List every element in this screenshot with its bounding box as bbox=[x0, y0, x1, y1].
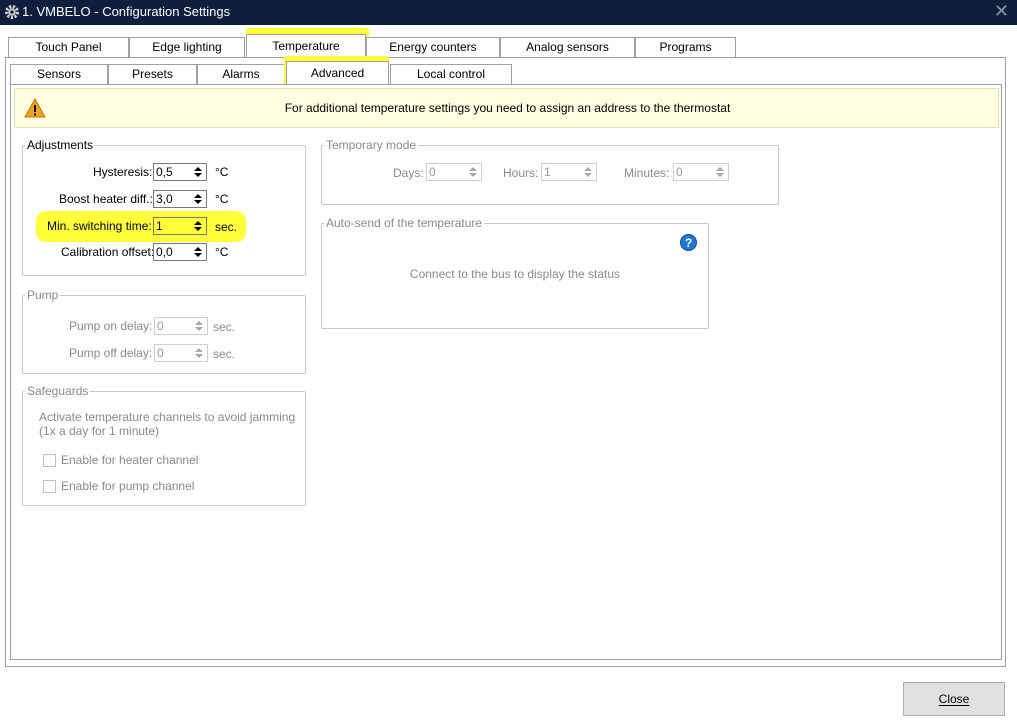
spin-arrows-icon[interactable] bbox=[193, 345, 205, 361]
pump-off-delay-unit: sec. bbox=[213, 347, 236, 361]
min-switching-label: Min. switching time: bbox=[47, 219, 152, 233]
tab-sensors[interactable]: Sensors bbox=[10, 64, 108, 84]
spin-arrows-icon[interactable] bbox=[582, 164, 594, 180]
title-bar: 1. VMBELO - Configuration Settings ✕ bbox=[0, 0, 1017, 25]
tab-touch-panel[interactable]: Touch Panel bbox=[8, 37, 129, 57]
tab-local-control[interactable]: Local control bbox=[390, 64, 512, 84]
hysteresis-unit: °C bbox=[215, 165, 229, 179]
days-stepper[interactable]: 0 bbox=[426, 163, 482, 181]
temporary-mode-title: Temporary mode bbox=[324, 138, 419, 152]
spin-arrows-icon[interactable] bbox=[193, 318, 205, 334]
spin-arrows-icon[interactable] bbox=[192, 218, 204, 234]
tab-edge-lighting[interactable]: Edge lighting bbox=[129, 37, 245, 57]
hysteresis-stepper[interactable]: 0,5 bbox=[153, 163, 207, 181]
close-window-icon[interactable]: ✕ bbox=[994, 1, 1009, 22]
tab-presets[interactable]: Presets bbox=[108, 64, 197, 84]
safeguards-title: Safeguards bbox=[25, 384, 91, 398]
warning-bar: For additional temperature settings you … bbox=[14, 88, 999, 128]
gear-icon bbox=[5, 5, 19, 19]
help-icon[interactable]: ? bbox=[680, 234, 697, 251]
svg-text:?: ? bbox=[685, 236, 692, 250]
tab-analog-sensors[interactable]: Analog sensors bbox=[500, 37, 635, 57]
close-button[interactable]: Close bbox=[903, 682, 1005, 716]
tab-temperature[interactable]: Temperature bbox=[246, 34, 366, 57]
warning-text: For additional temperature settings you … bbox=[284, 101, 731, 115]
min-switching-stepper[interactable]: 1 bbox=[153, 217, 207, 235]
spin-arrows-icon[interactable] bbox=[467, 164, 479, 180]
hours-label: Hours: bbox=[503, 166, 539, 180]
hours-stepper[interactable]: 1 bbox=[541, 163, 597, 181]
spin-arrows-icon[interactable] bbox=[192, 244, 204, 260]
days-label: Days: bbox=[393, 166, 424, 180]
autosend-title: Auto-send of the temperature bbox=[324, 216, 485, 230]
minutes-label: Minutes: bbox=[624, 166, 670, 180]
spin-arrows-icon[interactable] bbox=[714, 164, 726, 180]
pump-off-delay-label: Pump off delay: bbox=[69, 346, 153, 360]
window-title: 1. VMBELO - Configuration Settings bbox=[22, 4, 231, 19]
calibration-label: Calibration offset: bbox=[61, 245, 155, 259]
pump-on-delay-label: Pump on delay: bbox=[69, 319, 153, 333]
minutes-stepper[interactable]: 0 bbox=[673, 163, 729, 181]
calibration-stepper[interactable]: 0,0 bbox=[153, 243, 207, 261]
tab-programs[interactable]: Programs bbox=[635, 37, 736, 57]
pump-title: Pump bbox=[25, 288, 61, 302]
spin-arrows-icon[interactable] bbox=[192, 164, 204, 180]
autosend-status: Connect to the bus to display the status bbox=[409, 267, 621, 281]
min-switching-unit: sec. bbox=[215, 220, 238, 234]
spin-arrows-icon[interactable] bbox=[192, 191, 204, 207]
hysteresis-label: Hysteresis: bbox=[93, 165, 153, 179]
tab-alarms[interactable]: Alarms bbox=[197, 64, 285, 84]
boost-label: Boost heater diff.: bbox=[59, 192, 153, 206]
pump-off-delay-stepper[interactable]: 0 bbox=[154, 344, 208, 362]
boost-unit: °C bbox=[215, 192, 229, 206]
calibration-unit: °C bbox=[215, 245, 229, 259]
pump-channel-checkbox[interactable] bbox=[43, 480, 56, 493]
heater-channel-label: Enable for heater channel bbox=[61, 453, 199, 467]
boost-stepper[interactable]: 3,0 bbox=[153, 190, 207, 208]
pump-on-delay-stepper[interactable]: 0 bbox=[154, 317, 208, 335]
tab-advanced[interactable]: Advanced bbox=[286, 61, 389, 84]
tab-energy-counters[interactable]: Energy counters bbox=[366, 37, 500, 57]
heater-channel-checkbox[interactable] bbox=[43, 454, 56, 467]
pump-channel-label: Enable for pump channel bbox=[61, 479, 195, 493]
adjustments-title: Adjustments bbox=[25, 138, 96, 152]
safeguards-description-line2: (1x a day for 1 minute) bbox=[39, 424, 160, 438]
pump-on-delay-unit: sec. bbox=[213, 320, 236, 334]
